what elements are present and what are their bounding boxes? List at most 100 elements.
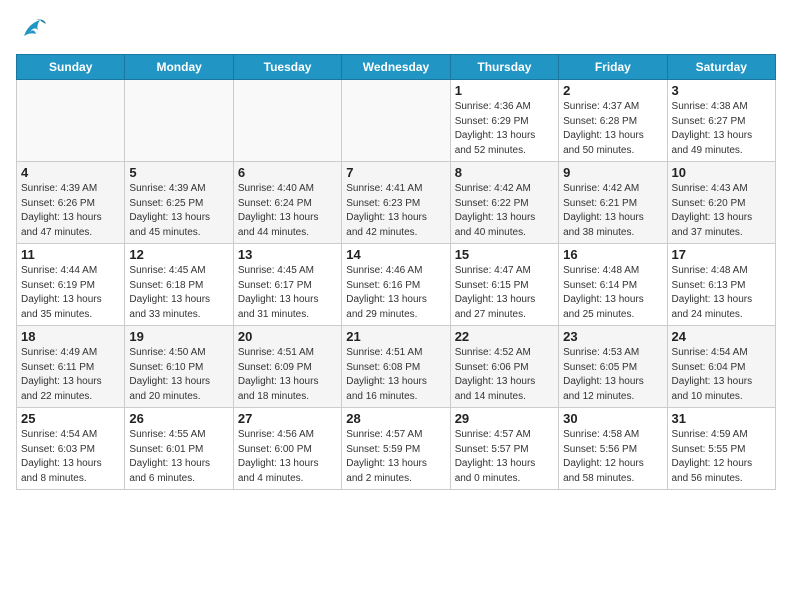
- calendar-cell: 31 Sunrise: 4:59 AM Sunset: 5:55 PM Dayli…: [667, 408, 775, 490]
- day-info: Sunrise: 4:36 AM Sunset: 6:29 PM Dayligh…: [455, 100, 554, 158]
- day-number: 4: [21, 165, 120, 180]
- day-info: Sunrise: 4:45 AM Sunset: 6:17 PM Dayligh…: [238, 264, 337, 322]
- weekday-row: SundayMondayTuesdayWednesdayThursdayFrid…: [17, 55, 776, 80]
- day-info: Sunrise: 4:54 AM Sunset: 6:03 PM Dayligh…: [21, 428, 120, 486]
- calendar-cell: 30 Sunrise: 4:58 AM Sunset: 5:56 PM Dayli…: [559, 408, 667, 490]
- day-info: Sunrise: 4:50 AM Sunset: 6:10 PM Dayligh…: [129, 346, 228, 404]
- day-info: Sunrise: 4:48 AM Sunset: 6:13 PM Dayligh…: [672, 264, 771, 322]
- calendar-cell: 19 Sunrise: 4:50 AM Sunset: 6:10 PM Dayli…: [125, 326, 233, 408]
- day-info: Sunrise: 4:46 AM Sunset: 6:16 PM Dayligh…: [346, 264, 445, 322]
- day-number: 28: [346, 411, 445, 426]
- calendar-cell: 29 Sunrise: 4:57 AM Sunset: 5:57 PM Dayli…: [450, 408, 558, 490]
- calendar-cell: 12 Sunrise: 4:45 AM Sunset: 6:18 PM Dayli…: [125, 244, 233, 326]
- day-number: 10: [672, 165, 771, 180]
- logo-icon: [16, 16, 48, 44]
- day-number: 16: [563, 247, 662, 262]
- day-info: Sunrise: 4:57 AM Sunset: 5:57 PM Dayligh…: [455, 428, 554, 486]
- day-info: Sunrise: 4:56 AM Sunset: 6:00 PM Dayligh…: [238, 428, 337, 486]
- calendar-cell: 23 Sunrise: 4:53 AM Sunset: 6:05 PM Dayli…: [559, 326, 667, 408]
- day-number: 3: [672, 83, 771, 98]
- day-info: Sunrise: 4:58 AM Sunset: 5:56 PM Dayligh…: [563, 428, 662, 486]
- calendar-cell: 15 Sunrise: 4:47 AM Sunset: 6:15 PM Dayli…: [450, 244, 558, 326]
- calendar: SundayMondayTuesdayWednesdayThursdayFrid…: [16, 54, 776, 490]
- day-number: 30: [563, 411, 662, 426]
- day-info: Sunrise: 4:37 AM Sunset: 6:28 PM Dayligh…: [563, 100, 662, 158]
- calendar-cell: 18 Sunrise: 4:49 AM Sunset: 6:11 PM Dayli…: [17, 326, 125, 408]
- day-number: 8: [455, 165, 554, 180]
- calendar-cell: [233, 80, 341, 162]
- weekday-header: Saturday: [667, 55, 775, 80]
- day-number: 13: [238, 247, 337, 262]
- day-info: Sunrise: 4:53 AM Sunset: 6:05 PM Dayligh…: [563, 346, 662, 404]
- calendar-header: SundayMondayTuesdayWednesdayThursdayFrid…: [17, 55, 776, 80]
- calendar-cell: 14Sunrise: 4:46 AM Sunset: 6:16 PM Dayli…: [342, 244, 450, 326]
- logo: [16, 16, 52, 44]
- day-number: 12: [129, 247, 228, 262]
- calendar-cell: [342, 80, 450, 162]
- calendar-cell: 5 Sunrise: 4:39 AM Sunset: 6:25 PM Daylig…: [125, 162, 233, 244]
- weekday-header: Friday: [559, 55, 667, 80]
- day-info: Sunrise: 4:48 AM Sunset: 6:14 PM Dayligh…: [563, 264, 662, 322]
- day-number: 7: [346, 165, 445, 180]
- day-number: 5: [129, 165, 228, 180]
- day-info: Sunrise: 4:51 AM Sunset: 6:09 PM Dayligh…: [238, 346, 337, 404]
- day-number: 15: [455, 247, 554, 262]
- day-number: 6: [238, 165, 337, 180]
- calendar-cell: 7 Sunrise: 4:41 AM Sunset: 6:23 PM Daylig…: [342, 162, 450, 244]
- calendar-cell: 8Sunrise: 4:42 AM Sunset: 6:22 PM Daylig…: [450, 162, 558, 244]
- calendar-cell: 9 Sunrise: 4:42 AM Sunset: 6:21 PM Daylig…: [559, 162, 667, 244]
- day-info: Sunrise: 4:55 AM Sunset: 6:01 PM Dayligh…: [129, 428, 228, 486]
- day-info: Sunrise: 4:49 AM Sunset: 6:11 PM Dayligh…: [21, 346, 120, 404]
- day-number: 18: [21, 329, 120, 344]
- day-info: Sunrise: 4:38 AM Sunset: 6:27 PM Dayligh…: [672, 100, 771, 158]
- weekday-header: Sunday: [17, 55, 125, 80]
- day-number: 22: [455, 329, 554, 344]
- day-info: Sunrise: 4:44 AM Sunset: 6:19 PM Dayligh…: [21, 264, 120, 322]
- day-number: 23: [563, 329, 662, 344]
- calendar-body: 1 Sunrise: 4:36 AM Sunset: 6:29 PM Daylig…: [17, 80, 776, 490]
- day-info: Sunrise: 4:47 AM Sunset: 6:15 PM Dayligh…: [455, 264, 554, 322]
- day-number: 19: [129, 329, 228, 344]
- calendar-cell: 26 Sunrise: 4:55 AM Sunset: 6:01 PM Dayli…: [125, 408, 233, 490]
- calendar-cell: 1 Sunrise: 4:36 AM Sunset: 6:29 PM Daylig…: [450, 80, 558, 162]
- calendar-cell: 21Sunrise: 4:51 AM Sunset: 6:08 PM Dayli…: [342, 326, 450, 408]
- calendar-cell: [17, 80, 125, 162]
- calendar-cell: 16 Sunrise: 4:48 AM Sunset: 6:14 PM Dayli…: [559, 244, 667, 326]
- calendar-week-row: 4 Sunrise: 4:39 AM Sunset: 6:26 PM Daylig…: [17, 162, 776, 244]
- day-info: Sunrise: 4:41 AM Sunset: 6:23 PM Dayligh…: [346, 182, 445, 240]
- day-info: Sunrise: 4:45 AM Sunset: 6:18 PM Dayligh…: [129, 264, 228, 322]
- weekday-header: Tuesday: [233, 55, 341, 80]
- day-info: Sunrise: 4:52 AM Sunset: 6:06 PM Dayligh…: [455, 346, 554, 404]
- calendar-cell: 22 Sunrise: 4:52 AM Sunset: 6:06 PM Dayli…: [450, 326, 558, 408]
- calendar-cell: 6Sunrise: 4:40 AM Sunset: 6:24 PM Daylig…: [233, 162, 341, 244]
- day-number: 1: [455, 83, 554, 98]
- day-number: 26: [129, 411, 228, 426]
- day-number: 9: [563, 165, 662, 180]
- day-number: 25: [21, 411, 120, 426]
- calendar-cell: 27 Sunrise: 4:56 AM Sunset: 6:00 PM Dayli…: [233, 408, 341, 490]
- day-info: Sunrise: 4:51 AM Sunset: 6:08 PM Dayligh…: [346, 346, 445, 404]
- day-number: 24: [672, 329, 771, 344]
- calendar-cell: 3 Sunrise: 4:38 AM Sunset: 6:27 PM Daylig…: [667, 80, 775, 162]
- day-number: 29: [455, 411, 554, 426]
- day-info: Sunrise: 4:43 AM Sunset: 6:20 PM Dayligh…: [672, 182, 771, 240]
- day-info: Sunrise: 4:59 AM Sunset: 5:55 PM Dayligh…: [672, 428, 771, 486]
- calendar-cell: 28Sunrise: 4:57 AM Sunset: 5:59 PM Dayli…: [342, 408, 450, 490]
- day-info: Sunrise: 4:39 AM Sunset: 6:26 PM Dayligh…: [21, 182, 120, 240]
- day-info: Sunrise: 4:39 AM Sunset: 6:25 PM Dayligh…: [129, 182, 228, 240]
- calendar-cell: 10 Sunrise: 4:43 AM Sunset: 6:20 PM Dayli…: [667, 162, 775, 244]
- calendar-cell: 20 Sunrise: 4:51 AM Sunset: 6:09 PM Dayli…: [233, 326, 341, 408]
- calendar-cell: 17Sunrise: 4:48 AM Sunset: 6:13 PM Dayli…: [667, 244, 775, 326]
- weekday-header: Thursday: [450, 55, 558, 80]
- day-info: Sunrise: 4:42 AM Sunset: 6:21 PM Dayligh…: [563, 182, 662, 240]
- day-number: 31: [672, 411, 771, 426]
- day-number: 20: [238, 329, 337, 344]
- day-number: 2: [563, 83, 662, 98]
- calendar-cell: 2 Sunrise: 4:37 AM Sunset: 6:28 PM Daylig…: [559, 80, 667, 162]
- calendar-cell: 25 Sunrise: 4:54 AM Sunset: 6:03 PM Dayli…: [17, 408, 125, 490]
- header: [16, 16, 776, 44]
- calendar-cell: 4 Sunrise: 4:39 AM Sunset: 6:26 PM Daylig…: [17, 162, 125, 244]
- day-number: 27: [238, 411, 337, 426]
- weekday-header: Monday: [125, 55, 233, 80]
- calendar-cell: 13 Sunrise: 4:45 AM Sunset: 6:17 PM Dayli…: [233, 244, 341, 326]
